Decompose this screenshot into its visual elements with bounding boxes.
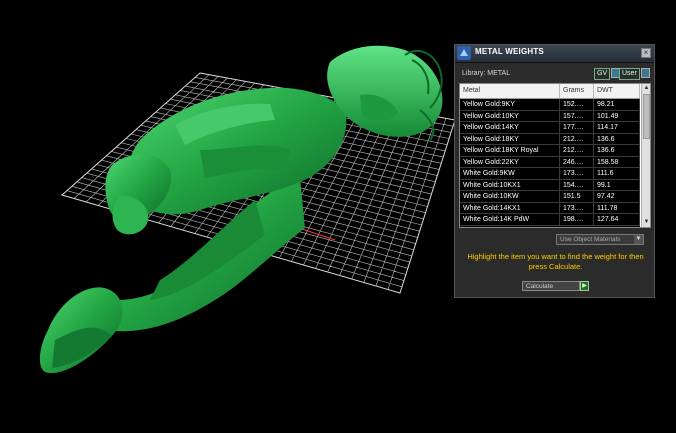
metal-weights-panel: METAL WEIGHTS × Library: METAL GV User M…	[454, 44, 655, 298]
grams-cell: 198.…	[560, 214, 594, 225]
table-row[interactable]: White Gold:14K PdW 198.… 127.64	[460, 214, 640, 226]
app-logo-icon	[457, 46, 471, 60]
grams-cell: 173.…	[560, 202, 594, 214]
dwt-cell: 136.6	[594, 133, 640, 145]
user-button[interactable]: User	[619, 68, 650, 80]
dwt-cell: 158.58	[594, 156, 640, 168]
panel-titlebar[interactable]: METAL WEIGHTS ×	[455, 45, 654, 63]
user-toggle[interactable]	[640, 68, 650, 78]
grams-cell: 212.…	[560, 133, 594, 145]
table-row[interactable]: White Gold:9KW 173.… 111.6	[460, 168, 640, 180]
metal-cell: Yellow Gold:9KY	[460, 99, 560, 110]
table-header: Metal Grams DWT	[460, 84, 640, 99]
dwt-cell: 127.64	[594, 214, 640, 225]
table-row[interactable]: White Gold:10KX1 154.… 99.1	[460, 179, 640, 191]
table-row[interactable]: Yellow Gold:9KY 152.… 98.21	[460, 99, 640, 111]
metal-cell: White Gold:10KX1	[460, 179, 560, 191]
calculate-control[interactable]: Calculate ▶	[522, 281, 589, 292]
grams-cell: 154.…	[560, 179, 594, 191]
dwt-cell: 111.6	[594, 168, 640, 179]
table-row[interactable]: Yellow Gold:10KY 157.… 101.49	[460, 110, 640, 122]
metal-cell: White Gold:14K PdW	[460, 214, 560, 225]
metal-cell: White Gold:14KX1	[460, 202, 560, 214]
grams-cell: 173.…	[560, 168, 594, 179]
metal-cell: Yellow Gold:18KY Royal	[460, 145, 560, 156]
table-body: Yellow Gold:9KY 152.… 98.21 Yellow Gold:10K…	[460, 99, 640, 227]
dwt-cell: 98.21	[594, 99, 640, 110]
metal-table: Metal Grams DWT Yellow Gold:9KY 152.… 98.2…	[459, 83, 651, 228]
table-scrollbar[interactable]: ▲ ▼	[641, 84, 650, 227]
materials-select[interactable]: Use Object Materials ▼	[556, 234, 644, 245]
instruction-text: Highlight the item you want to find the …	[467, 252, 644, 271]
column-metal[interactable]: Metal	[460, 84, 560, 98]
grams-cell: 177.…	[560, 122, 594, 133]
grams-cell: 151.5	[560, 191, 594, 202]
grams-cell: 152.…	[560, 99, 594, 110]
scroll-thumb[interactable]	[643, 94, 650, 139]
dwt-cell: 101.49	[594, 110, 640, 122]
column-dwt[interactable]: DWT	[594, 84, 640, 98]
dwt-cell: 111.78	[594, 202, 640, 214]
gv-label: GV	[594, 68, 611, 80]
grams-cell: 246.…	[560, 156, 594, 168]
close-icon[interactable]: ×	[641, 48, 651, 58]
chevron-down-icon[interactable]: ▼	[634, 235, 643, 244]
metal-cell: Yellow Gold:14KY	[460, 122, 560, 133]
column-grams[interactable]: Grams	[560, 84, 594, 98]
calculate-button[interactable]: Calculate	[522, 281, 580, 291]
materials-select-value: Use Object Materials	[560, 236, 621, 243]
table-row[interactable]: Yellow Gold:14KY 177.… 114.17	[460, 122, 640, 134]
table-row[interactable]: White Gold:10KW 151.5 97.42	[460, 191, 640, 203]
metal-cell: Yellow Gold:22KY	[460, 156, 560, 168]
table-row[interactable]: Yellow Gold:18KY 212.… 136.6	[460, 133, 640, 145]
dwt-cell: 99.1	[594, 179, 640, 191]
play-icon[interactable]: ▶	[580, 281, 589, 291]
dwt-cell: 114.17	[594, 122, 640, 133]
scroll-down-icon[interactable]: ▼	[642, 218, 650, 227]
metal-cell: Yellow Gold:18KY	[460, 133, 560, 145]
grams-cell: 212.…	[560, 145, 594, 156]
panel-title: METAL WEIGHTS	[475, 47, 544, 56]
metal-cell: White Gold:10KW	[460, 191, 560, 202]
scroll-up-icon[interactable]: ▲	[642, 84, 650, 93]
library-label: Library: METAL	[462, 70, 511, 77]
gv-button[interactable]: GV	[594, 68, 621, 80]
user-label: User	[619, 68, 640, 80]
grams-cell: 157.…	[560, 110, 594, 122]
table-row[interactable]: Yellow Gold:22KY 246.… 158.58	[460, 156, 640, 168]
metal-cell: White Gold:9KW	[460, 168, 560, 179]
table-row[interactable]: White Gold:14KX1 173.… 111.78	[460, 202, 640, 214]
metal-cell: Yellow Gold:10KY	[460, 110, 560, 122]
dwt-cell: 136.6	[594, 145, 640, 156]
table-row[interactable]: Yellow Gold:18KY Royal 212.… 136.6	[460, 145, 640, 157]
dwt-cell: 97.42	[594, 191, 640, 202]
